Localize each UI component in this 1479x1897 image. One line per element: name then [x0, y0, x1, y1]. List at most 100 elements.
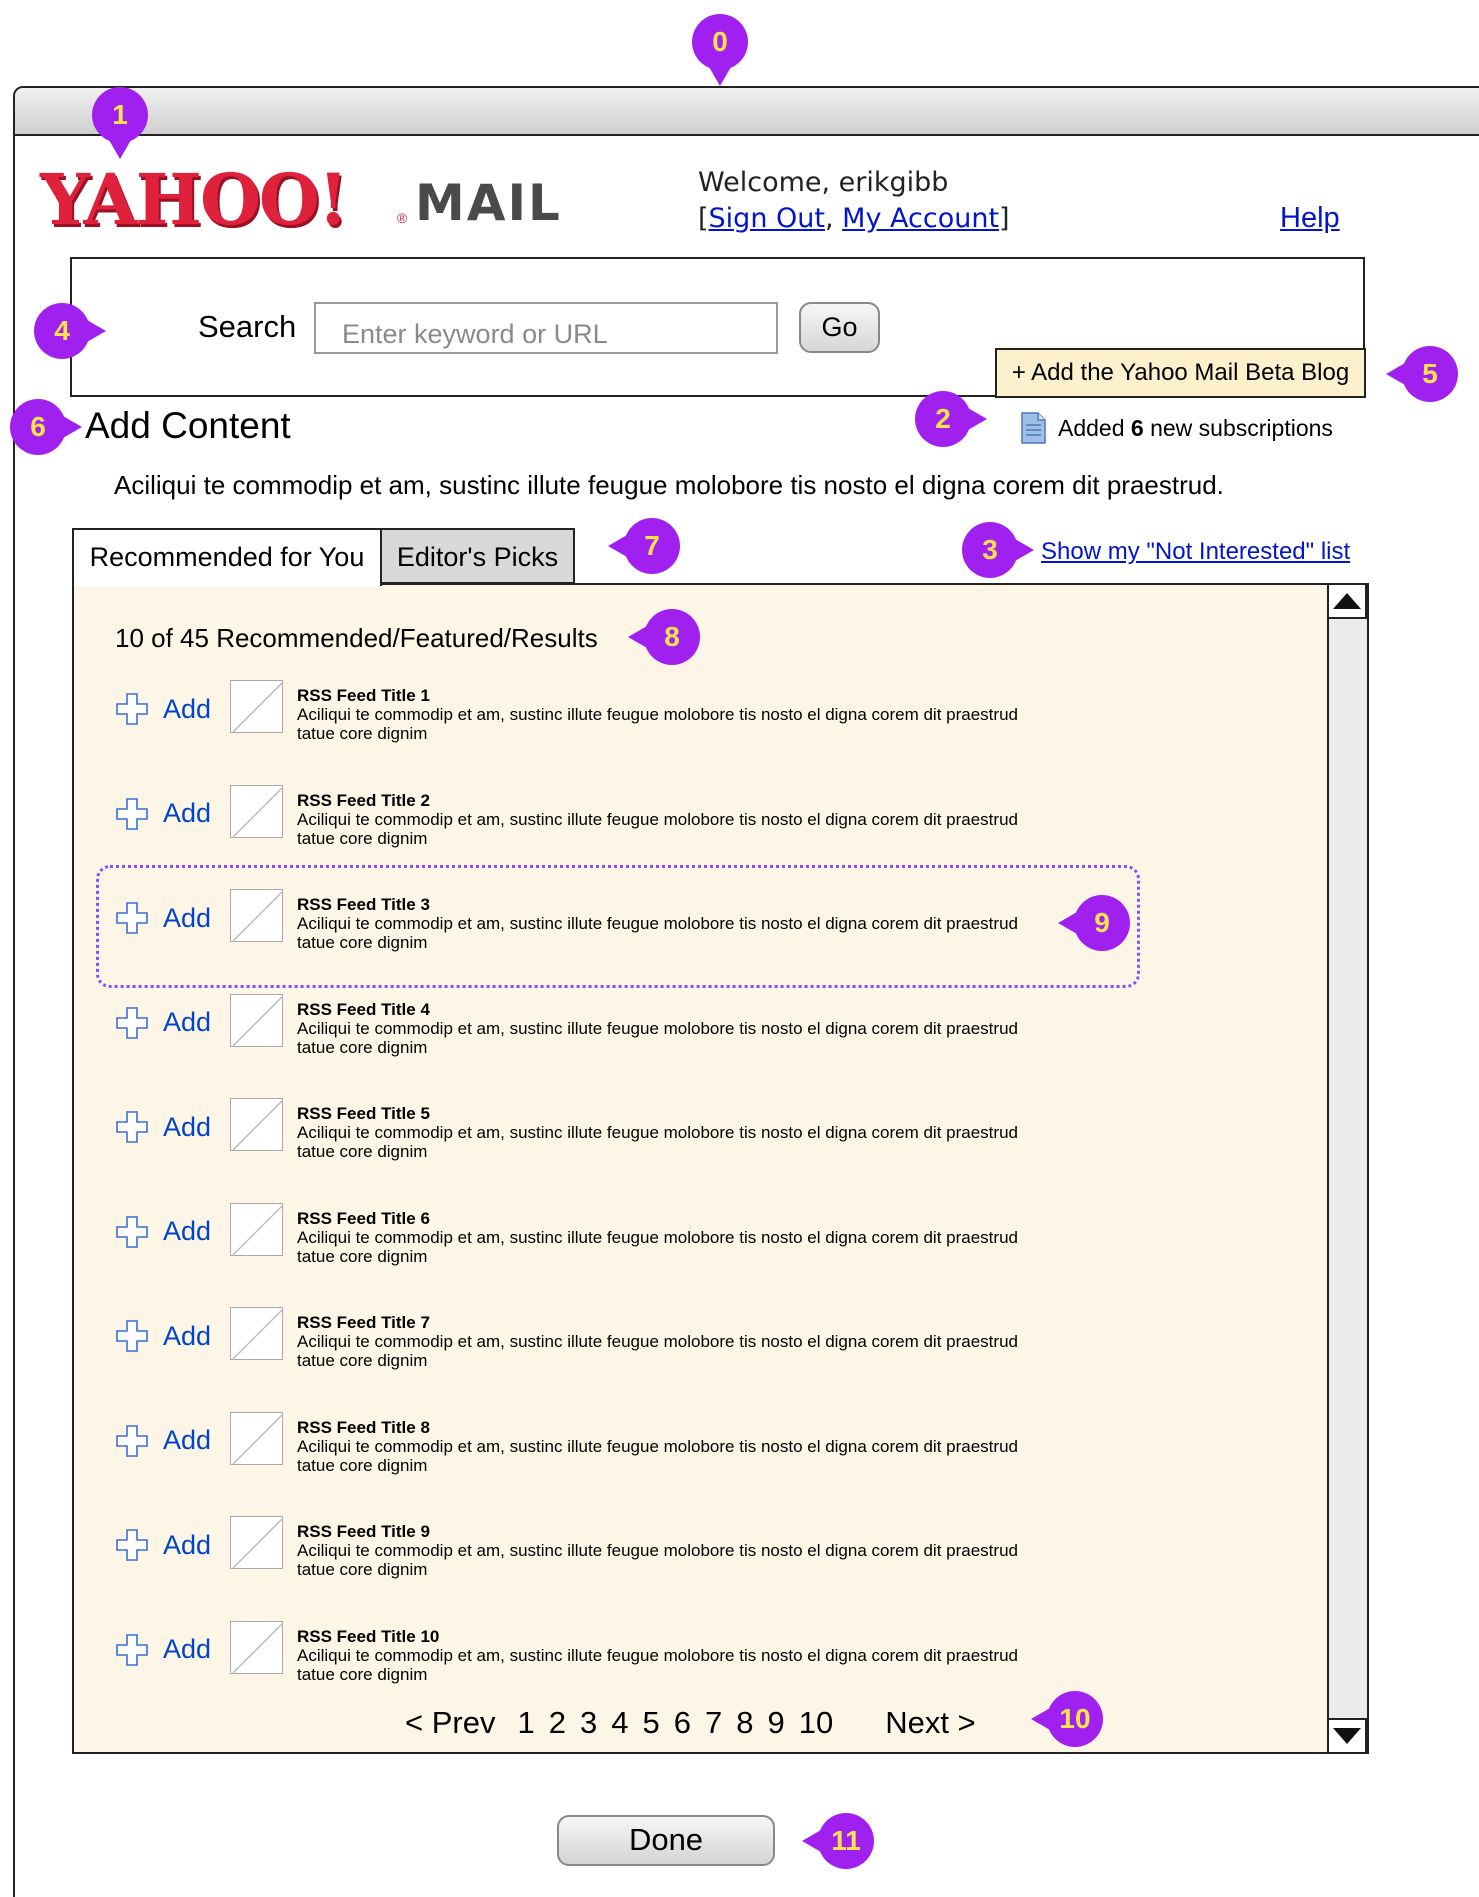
feed-title[interactable]: RSS Feed Title 6	[297, 1209, 1057, 1228]
page-title: Add Content	[85, 405, 291, 446]
annotation-marker: 11	[802, 1813, 874, 1869]
page-number-link[interactable]: 7	[705, 1705, 722, 1741]
add-label: Add	[163, 1529, 212, 1560]
tab-recommended-for-you[interactable]: Recommended for You	[72, 528, 382, 586]
add-label: Add	[163, 1111, 212, 1142]
plus-outline-icon	[116, 1006, 148, 1039]
page-number-link[interactable]: 10	[799, 1705, 833, 1741]
feed-text: RSS Feed Title 5 Aciliqui te commodip et …	[297, 1098, 1057, 1161]
image-placeholder-icon	[232, 786, 283, 838]
feed-thumbnail	[230, 784, 283, 838]
feed-description: Aciliqui te commodip et am, sustinc illu…	[297, 1332, 1018, 1370]
tab-editors-picks[interactable]: Editor's Picks	[380, 528, 575, 584]
feed-list-item: Add RSS Feed Title 5 Aciliqui te commodip …	[115, 1098, 1115, 1203]
feed-text: RSS Feed Title 7 Aciliqui te commodip et …	[297, 1307, 1057, 1370]
feed-description: Aciliqui te commodip et am, sustinc illu…	[297, 809, 1018, 848]
feed-text: RSS Feed Title 2 Aciliqui te commodip et …	[297, 785, 1057, 848]
add-feed-button[interactable]: Add	[115, 1215, 230, 1249]
page-number-link[interactable]: 9	[767, 1705, 784, 1741]
next-page-link[interactable]: Next >	[885, 1705, 975, 1741]
annotation-marker: 8	[628, 609, 700, 665]
add-feed-button[interactable]: Add	[115, 1006, 230, 1040]
annotation-marker: 6	[10, 399, 82, 455]
feed-list-item: Add RSS Feed Title 2 Aciliqui te commodip …	[115, 784, 1115, 890]
feed-title[interactable]: RSS Feed Title 10	[297, 1627, 1057, 1646]
image-placeholder-icon	[232, 891, 283, 942]
feed-description: Aciliqui te commodip et am, sustinc illu…	[297, 1541, 1018, 1579]
added-prefix: Added	[1058, 415, 1125, 441]
help-link[interactable]: Help	[1280, 202, 1340, 235]
add-feed-button[interactable]: Add	[115, 797, 230, 831]
yahoo-mail-logo[interactable]: YAHOO! ® MAIL	[40, 160, 570, 240]
add-feed-button[interactable]: Add	[115, 1110, 230, 1144]
add-beta-blog-button[interactable]: + Add the Yahoo Mail Beta Blog	[995, 348, 1366, 398]
add-feed-button[interactable]: Add	[115, 1424, 230, 1458]
results-count: 10 of 45 Recommended/Featured/Results	[115, 623, 598, 653]
go-button[interactable]: Go	[799, 302, 880, 353]
page-number-link[interactable]: 4	[611, 1705, 628, 1741]
annotation-marker: 9	[1058, 895, 1130, 951]
plus-outline-icon	[116, 693, 148, 725]
feed-text: RSS Feed Title 3 Aciliqui te commodip et …	[297, 889, 1057, 952]
image-placeholder-icon	[232, 1622, 283, 1674]
feed-title[interactable]: RSS Feed Title 2	[297, 791, 1057, 810]
add-feed-button[interactable]: Add	[115, 1633, 230, 1667]
image-placeholder-icon	[232, 1204, 283, 1256]
feed-description: Aciliqui te commodip et am, sustinc illu…	[297, 1645, 1018, 1684]
add-feed-button[interactable]: Add	[115, 1319, 230, 1353]
image-placeholder-icon	[232, 1309, 283, 1360]
add-feed-button[interactable]: Add	[115, 692, 230, 726]
image-placeholder-icon	[232, 995, 283, 1047]
feed-thumbnail	[230, 1202, 283, 1256]
feed-list: Add RSS Feed Title 1 Aciliqui te commodip …	[115, 680, 1115, 1725]
add-feed-button[interactable]: Add	[115, 901, 230, 935]
feed-title[interactable]: RSS Feed Title 1	[297, 686, 1057, 705]
scroll-up-button[interactable]	[1329, 585, 1367, 619]
prev-page-link[interactable]: < Prev	[405, 1705, 495, 1741]
add-feed-button[interactable]: Add	[115, 1528, 230, 1562]
search-input[interactable]	[314, 302, 778, 354]
window-titlebar[interactable]	[15, 88, 1479, 136]
feed-title[interactable]: RSS Feed Title 4	[297, 1000, 1057, 1019]
plus-outline-icon	[116, 1215, 148, 1248]
feed-thumbnail	[230, 680, 283, 733]
annotation-marker: 7	[608, 518, 680, 574]
feed-thumbnail	[230, 1516, 283, 1569]
pagination: < Prev 1 2 3 4 5 6 7 8 9 10 Next >	[405, 1705, 976, 1741]
plus-outline-icon	[116, 1424, 148, 1457]
feed-text: RSS Feed Title 1 Aciliqui te commodip et …	[297, 680, 1057, 743]
page-number-link[interactable]: 5	[642, 1705, 659, 1741]
image-placeholder-icon	[232, 682, 283, 733]
page-number-link[interactable]: 2	[549, 1705, 566, 1741]
feed-thumbnail	[230, 993, 283, 1047]
feed-title[interactable]: RSS Feed Title 9	[297, 1522, 1057, 1541]
page-number-link[interactable]: 1	[517, 1705, 534, 1741]
feed-title[interactable]: RSS Feed Title 5	[297, 1104, 1057, 1123]
feed-description: Aciliqui te commodip et am, sustinc illu…	[297, 1227, 1018, 1266]
welcome-block: Welcome, erikgibb [Sign Out, My Account]	[698, 165, 1010, 237]
image-placeholder-icon	[232, 1413, 283, 1465]
feed-text: RSS Feed Title 10 Aciliqui te commodip et…	[297, 1621, 1057, 1684]
feed-title[interactable]: RSS Feed Title 7	[297, 1313, 1057, 1332]
page-number-link[interactable]: 8	[736, 1705, 753, 1741]
feed-title[interactable]: RSS Feed Title 3	[297, 895, 1057, 914]
results-scrollbar[interactable]	[1327, 585, 1367, 1752]
page-number-link[interactable]: 6	[674, 1705, 691, 1741]
feed-title[interactable]: RSS Feed Title 8	[297, 1418, 1057, 1437]
scroll-down-button[interactable]	[1329, 1718, 1367, 1752]
feed-list-item: Add RSS Feed Title 1 Aciliqui te commodip …	[115, 680, 1115, 785]
page-number-link[interactable]: 3	[580, 1705, 597, 1741]
plus-outline-icon	[116, 902, 148, 934]
sign-out-link[interactable]: Sign Out	[709, 203, 825, 234]
my-account-link[interactable]: My Account	[842, 203, 999, 234]
not-interested-list-link[interactable]: Show my "Not Interested" list	[1041, 538, 1350, 566]
done-button[interactable]: Done	[557, 1815, 775, 1866]
triangle-up-icon	[1333, 593, 1361, 609]
plus-outline-icon	[116, 797, 148, 830]
feed-description: Aciliqui te commodip et am, sustinc illu…	[297, 1018, 1018, 1057]
feed-description: Aciliqui te commodip et am, sustinc illu…	[297, 1436, 1018, 1475]
feed-list-item: Add RSS Feed Title 4 Aciliqui te commodip …	[115, 993, 1115, 1099]
feed-text: RSS Feed Title 8 Aciliqui te commodip et …	[297, 1412, 1057, 1475]
registered-mark: ®	[397, 210, 408, 226]
plus-outline-icon	[116, 1111, 148, 1143]
